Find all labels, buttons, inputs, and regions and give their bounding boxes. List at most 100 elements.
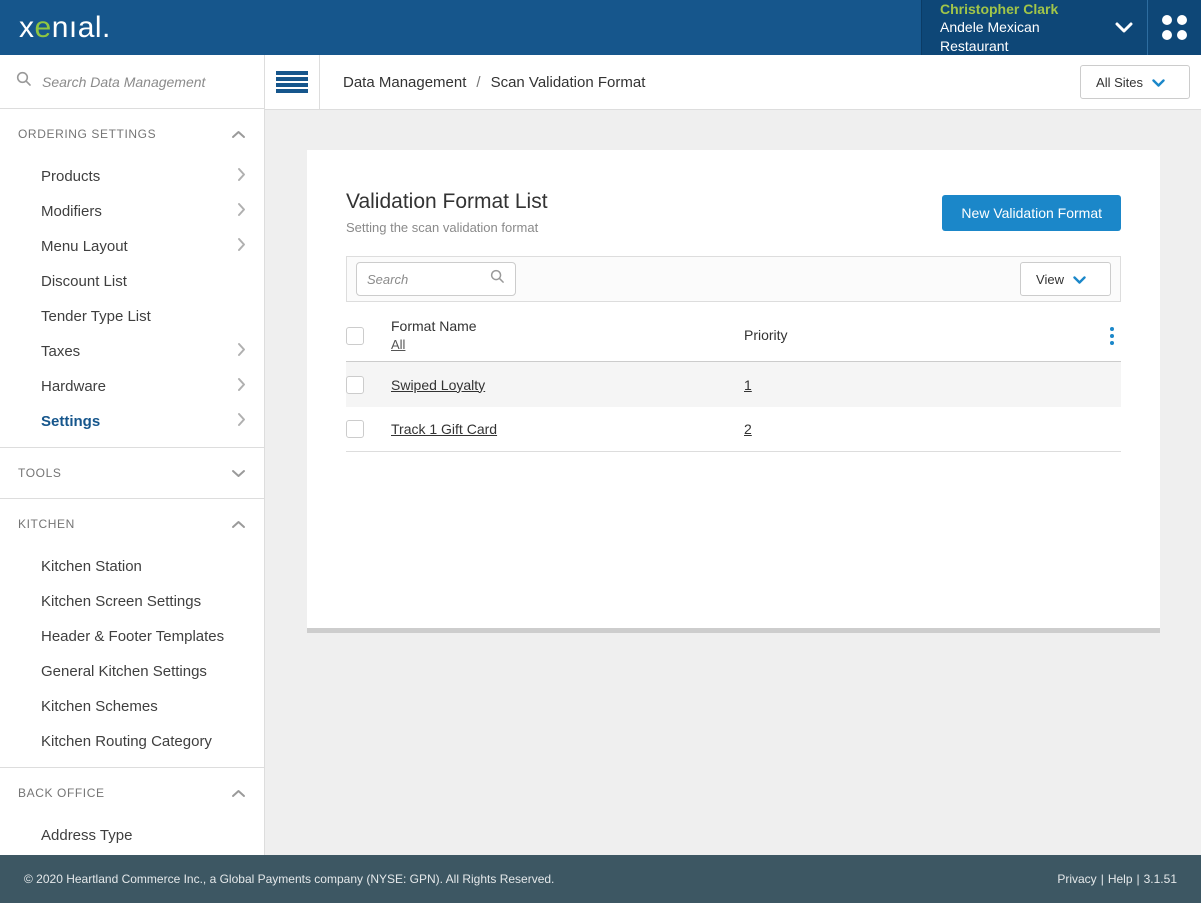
view-label: View [1036,271,1064,287]
section-header-back-office[interactable]: BACK OFFICE [0,768,264,818]
chevron-down-icon [1152,75,1165,90]
section-header-ordering-settings[interactable]: ORDERING SETTINGS [0,109,264,159]
breadcrumb: Data Management / Scan Validation Format [343,74,645,91]
section-header-tools[interactable]: TOOLS [0,448,264,498]
sidebar-item-discount-list[interactable]: Discount List [0,264,264,299]
chevron-down-icon [1073,272,1086,287]
user-organization: Andele Mexican Restaurant [940,19,1040,54]
sidebar-item-kitchen-schemes[interactable]: Kitchen Schemes [0,689,264,724]
top-bar: xenıal. Christopher Clark Andele Mexican… [0,0,1201,55]
row-checkbox[interactable] [346,375,364,394]
column-header-format-name[interactable]: Format Name [391,318,744,334]
section-header-kitchen[interactable]: KITCHEN [0,499,264,549]
footer-separator: | [1100,872,1104,886]
view-dropdown[interactable]: View [1020,262,1111,296]
validation-format-card: Validation Format List Setting the scan … [307,150,1160,628]
search-icon [490,269,505,289]
section-tools: TOOLS [0,448,264,498]
column-header-priority[interactable]: Priority [744,327,788,343]
sidebar-item-menu-layout[interactable]: Menu Layout [0,229,264,264]
copyright-text: © 2020 Heartland Commerce Inc., a Global… [24,872,555,886]
table-search [356,262,516,296]
section-label: BACK OFFICE [18,786,105,800]
sidebar-item-label: General Kitchen Settings [41,663,207,680]
filter-all-link[interactable]: All [391,337,405,352]
sidebar-toggle-button[interactable] [265,55,320,109]
table-toolbar: View [346,256,1121,302]
sidebar-item-label: Products [41,168,101,185]
topbar-right-group: Christopher Clark Andele Mexican Restaur… [921,0,1201,55]
section-ordering-settings: ORDERING SETTINGS Products Modifiers Men… [0,109,264,447]
xenial-logo: xenıal. [0,11,111,45]
logo-text-post: nıal. [51,10,111,44]
privacy-link[interactable]: Privacy [1057,872,1096,886]
user-info: Christopher Clark Andele Mexican Restaur… [940,0,1109,55]
page-title: Validation Format List [346,190,548,213]
kebab-menu-icon[interactable] [1108,323,1116,348]
new-validation-format-button[interactable]: New Validation Format [942,195,1121,231]
section-label: KITCHEN [18,517,75,531]
validation-format-table: Format Name All Priority Swiped Loyalty [346,310,1121,452]
chevron-right-icon [237,412,246,431]
chevron-down-icon [231,469,246,478]
sidebar-item-label: Kitchen Screen Settings [41,593,202,610]
sidebar-item-tender-type-list[interactable]: Tender Type List [0,299,264,334]
sidebar-item-label: Kitchen Station [41,558,142,575]
sidebar-item-label: Address Type [41,827,133,844]
sidebar-item-taxes[interactable]: Taxes [0,334,264,369]
breadcrumb-root[interactable]: Data Management [343,74,466,91]
chevron-up-icon [231,130,246,139]
priority-link[interactable]: 2 [744,421,752,437]
chevron-right-icon [237,237,246,256]
footer-links: Privacy | Help | 3.1.51 [1057,872,1177,886]
chevron-right-icon [237,202,246,221]
chevron-right-icon [237,167,246,186]
sidebar-item-label: Menu Layout [41,238,128,255]
sidebar-item-label: Header & Footer Templates [41,628,225,645]
user-menu[interactable]: Christopher Clark Andele Mexican Restaur… [921,0,1147,55]
row-checkbox[interactable] [346,420,364,438]
sidebar-item-label: Discount List [41,273,127,290]
format-name-link[interactable]: Swiped Loyalty [391,377,485,393]
footer: © 2020 Heartland Commerce Inc., a Global… [0,855,1201,903]
row-priority-cell: 2 [744,421,1103,437]
sidebar-item-header-footer-templates[interactable]: Header & Footer Templates [0,619,264,654]
row-name-cell: Swiped Loyalty [391,377,744,393]
sidebar-item-kitchen-routing-category[interactable]: Kitchen Routing Category [0,724,264,759]
chevron-up-icon [231,520,246,529]
table-row: Track 1 Gift Card 2 [346,407,1121,452]
section-label: ORDERING SETTINGS [18,127,157,141]
sidebar-item-label: Settings [41,413,101,430]
table-search-input[interactable] [367,271,490,287]
row-checkbox-cell [346,420,391,438]
main-content: Validation Format List Setting the scan … [265,110,1201,855]
format-name-link[interactable]: Track 1 Gift Card [391,421,497,437]
sidebar: ORDERING SETTINGS Products Modifiers Men… [0,55,265,855]
chevron-right-icon [237,377,246,396]
search-icon [16,71,32,92]
sidebar-search-input[interactable] [42,73,250,90]
chevron-down-icon [1115,22,1133,33]
sidebar-item-products[interactable]: Products [0,159,264,194]
section-kitchen: KITCHEN Kitchen Station Kitchen Screen S… [0,499,264,767]
sidebar-item-modifiers[interactable]: Modifiers [0,194,264,229]
sidebar-item-settings[interactable]: Settings [0,404,264,439]
priority-link[interactable]: 1 [744,377,752,393]
sidebar-item-label: Kitchen Routing Category [41,733,212,750]
sidebar-item-kitchen-station[interactable]: Kitchen Station [0,549,264,584]
all-sites-dropdown[interactable]: All Sites [1080,65,1190,99]
header-checkbox-cell [346,326,391,345]
sidebar-item-kitchen-screen-settings[interactable]: Kitchen Screen Settings [0,584,264,619]
breadcrumb-separator: / [476,73,481,91]
apps-grid-button[interactable] [1147,0,1201,55]
sidebar-item-address-type[interactable]: Address Type [0,818,264,853]
hamburger-menu-icon [276,70,308,94]
select-all-checkbox[interactable] [346,326,364,345]
sidebar-item-general-kitchen-settings[interactable]: General Kitchen Settings [0,654,264,689]
sidebar-item-hardware[interactable]: Hardware [0,369,264,404]
page-header-strip: Data Management / Scan Validation Format… [265,55,1201,110]
sidebar-item-label: Hardware [41,378,107,395]
help-link[interactable]: Help [1108,872,1133,886]
all-sites-label: All Sites [1096,74,1143,90]
sidebar-search [0,55,264,109]
